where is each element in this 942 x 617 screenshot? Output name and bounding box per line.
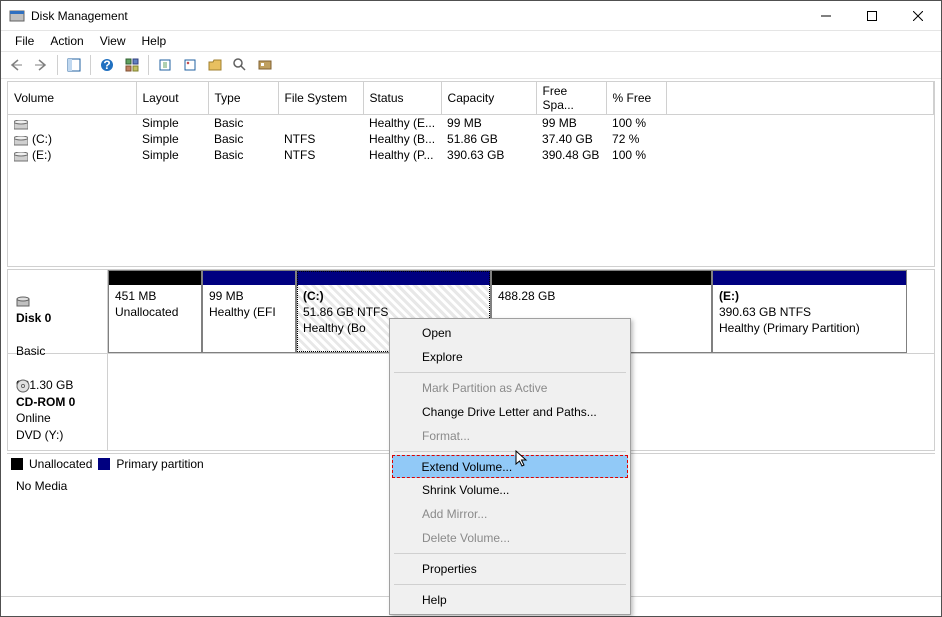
ctx-extend-volume[interactable]: Extend Volume... <box>392 455 628 478</box>
menu-action[interactable]: Action <box>42 32 91 50</box>
volume-list: Volume Layout Type File System Status Ca… <box>7 81 935 267</box>
context-menu: Open Explore Mark Partition as Active Ch… <box>389 318 631 615</box>
ctx-explore[interactable]: Explore <box>392 345 628 369</box>
legend-primary-swatch <box>98 458 110 470</box>
help-button[interactable]: ? <box>96 54 118 76</box>
cdrom-icon <box>16 378 30 392</box>
col-type[interactable]: Type <box>208 82 278 115</box>
ctx-change-letter[interactable]: Change Drive Letter and Paths... <box>392 400 628 424</box>
svg-text:?: ? <box>103 58 110 72</box>
ctx-help[interactable]: Help <box>392 588 628 612</box>
drive-icon <box>14 151 28 161</box>
action-button[interactable] <box>254 54 276 76</box>
volume-row[interactable]: SimpleBasicHealthy (E...99 MB99 MB100 % <box>8 115 934 132</box>
ctx-open[interactable]: Open <box>392 321 628 345</box>
partition[interactable]: (E:) 390.63 GB NTFS Healthy (Primary Par… <box>712 270 907 353</box>
partition[interactable]: 451 MB Unallocated <box>108 270 202 353</box>
ctx-add-mirror: Add Mirror... <box>392 502 628 526</box>
app-icon <box>9 8 25 24</box>
menu-help[interactable]: Help <box>134 32 175 50</box>
partition[interactable]: 99 MB Healthy (EFI <box>202 270 296 353</box>
refresh-button[interactable] <box>154 54 176 76</box>
col-status[interactable]: Status <box>363 82 441 115</box>
properties-toolbar-button[interactable] <box>121 54 143 76</box>
toolbar: ? <box>1 51 941 79</box>
col-pctfree[interactable]: % Free <box>606 82 666 115</box>
cdrom-label[interactable]: CD-ROM 0 DVD (Y:) No Media <box>8 354 108 450</box>
volume-row[interactable]: (C:)SimpleBasicNTFSHealthy (B...51.86 GB… <box>8 131 934 147</box>
back-button[interactable] <box>5 54 27 76</box>
ctx-properties[interactable]: Properties <box>392 557 628 581</box>
ctx-delete-volume: Delete Volume... <box>392 526 628 550</box>
column-headers: Volume Layout Type File System Status Ca… <box>8 82 934 115</box>
col-layout[interactable]: Layout <box>136 82 208 115</box>
ctx-shrink-volume[interactable]: Shrink Volume... <box>392 478 628 502</box>
col-filesystem[interactable]: File System <box>278 82 363 115</box>
title-bar: Disk Management <box>1 1 941 31</box>
rescan-disks-button[interactable] <box>179 54 201 76</box>
ctx-mark-active: Mark Partition as Active <box>392 376 628 400</box>
drive-icon <box>14 119 28 129</box>
show-hide-console-tree-button[interactable] <box>63 54 85 76</box>
menu-view[interactable]: View <box>92 32 134 50</box>
col-volume[interactable]: Volume <box>8 82 136 115</box>
volume-row[interactable]: (E:)SimpleBasicNTFSHealthy (P...390.63 G… <box>8 147 934 163</box>
disk-icon <box>16 294 30 308</box>
menu-bar: File Action View Help <box>1 31 941 51</box>
window-title: Disk Management <box>31 9 803 23</box>
legend-primary-label: Primary partition <box>116 457 203 471</box>
close-button[interactable] <box>895 1 941 30</box>
minimize-button[interactable] <box>803 1 849 30</box>
menu-file[interactable]: File <box>7 32 42 50</box>
legend-unallocated-swatch <box>11 458 23 470</box>
col-capacity[interactable]: Capacity <box>441 82 536 115</box>
forward-button[interactable] <box>30 54 52 76</box>
col-freespace[interactable]: Free Spa... <box>536 82 606 115</box>
legend-unallocated-label: Unallocated <box>29 457 92 471</box>
disk-0-label[interactable]: Disk 0 Basic 931.30 GB Online <box>8 270 108 353</box>
open-button[interactable] <box>204 54 226 76</box>
maximize-button[interactable] <box>849 1 895 30</box>
drive-icon <box>14 135 28 145</box>
settings-button[interactable] <box>229 54 251 76</box>
ctx-format: Format... <box>392 424 628 448</box>
